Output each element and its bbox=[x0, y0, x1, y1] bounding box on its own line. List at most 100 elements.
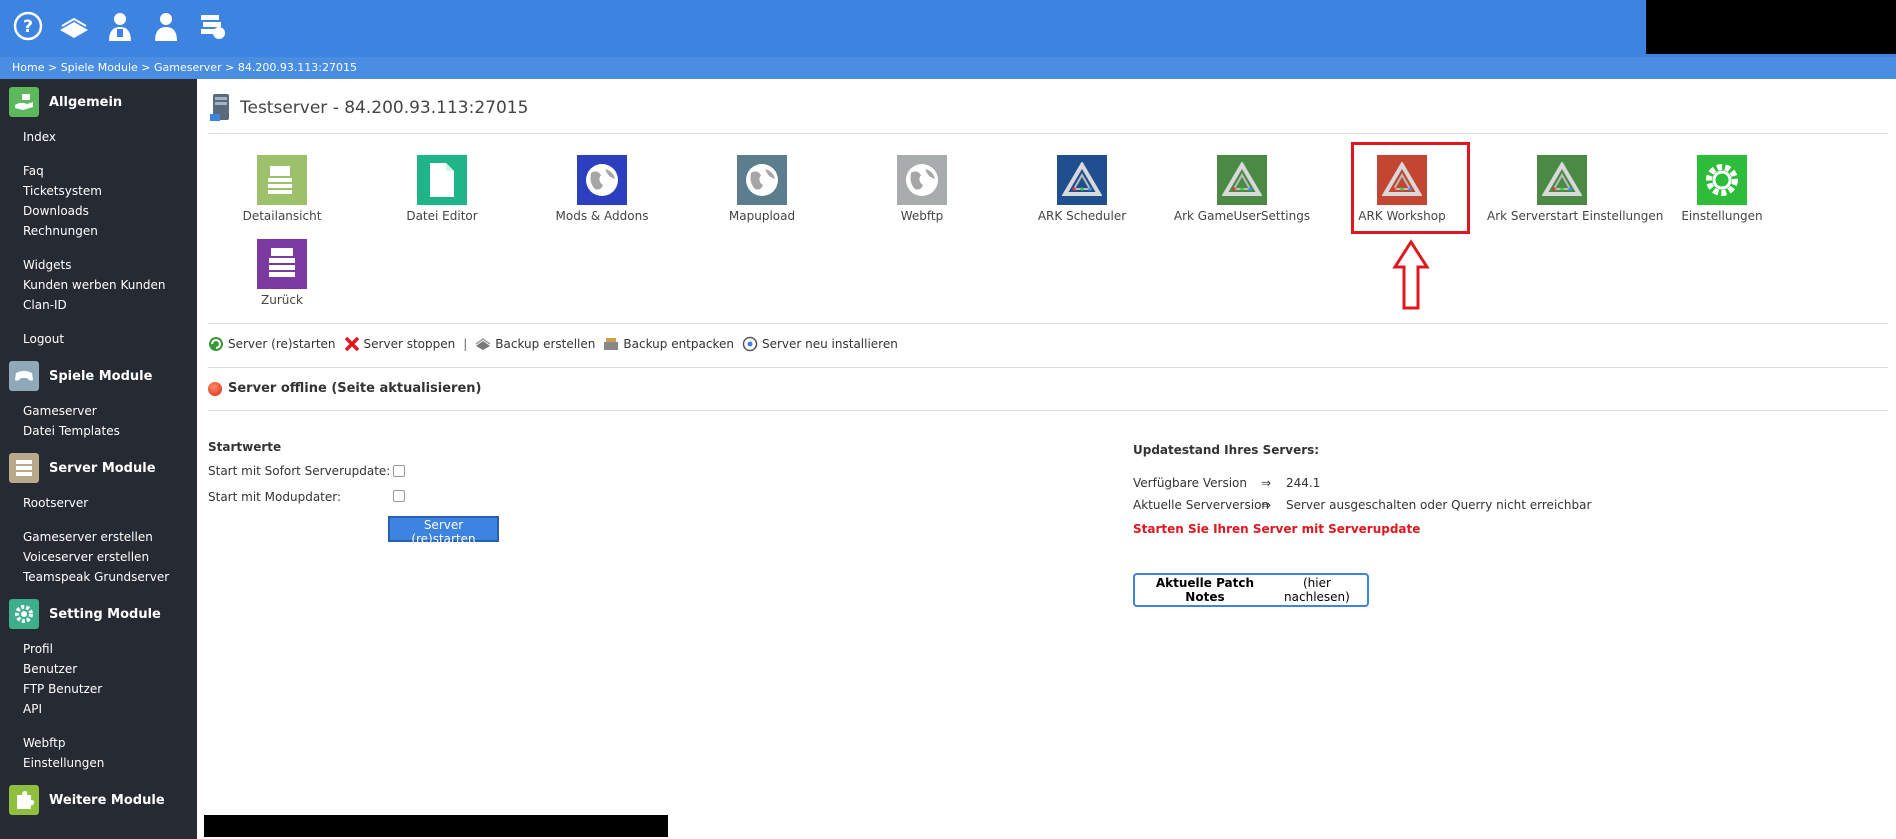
breadcrumb: Home > Spiele Module > Gameserver > 84.2… bbox=[0, 57, 1896, 79]
breadcrumb-item[interactable]: Home bbox=[12, 61, 44, 74]
sidebar-item-voiceserver-erstellen[interactable]: Voiceserver erstellen bbox=[0, 547, 197, 567]
server-actions: Server (re)starten Server stoppen | Backup … bbox=[208, 336, 906, 352]
tile-zur-ck[interactable]: Zurück bbox=[207, 239, 357, 307]
server-restart-button[interactable]: Server (re)starten bbox=[388, 516, 499, 546]
breadcrumb-item[interactable]: Spiele Module bbox=[61, 61, 138, 74]
sidebar-item-kunden-werben-kunden[interactable]: Kunden werben Kunden bbox=[0, 275, 197, 295]
sidebar-item-faq[interactable]: Faq bbox=[0, 161, 197, 181]
user-icon[interactable] bbox=[150, 10, 182, 42]
action-backup-erstellen[interactable]: Backup erstellen bbox=[475, 336, 595, 352]
option-sofort-serverupdate-label: Start mit Sofort Serverupdate: bbox=[208, 464, 391, 478]
tile-label: Webftp bbox=[900, 209, 944, 223]
globe-icon bbox=[577, 155, 627, 205]
action-label: Backup entpacken bbox=[623, 337, 734, 351]
sidebar-section-setting-module[interactable]: Setting Module bbox=[0, 595, 197, 633]
sidebar-item-logout[interactable]: Logout bbox=[0, 329, 197, 349]
sidebar-section-title: Setting Module bbox=[49, 606, 161, 622]
action-separator: | bbox=[463, 337, 468, 351]
sidebar-item-rechnungen[interactable]: Rechnungen bbox=[0, 221, 197, 241]
restart-icon bbox=[208, 336, 224, 352]
available-version-label: Verfügbare Version bbox=[1133, 476, 1248, 490]
patch-notes-link-hint: (hier nachlesen) bbox=[1284, 576, 1350, 604]
sidebar-section-title: Weitere Module bbox=[49, 792, 165, 808]
gear-icon bbox=[1697, 155, 1747, 205]
tile-label: Einstellungen bbox=[1681, 209, 1763, 223]
update-row-available: Verfügbare Version ⇒ 244.1 bbox=[1133, 476, 1320, 490]
action-label: Server (re)starten bbox=[228, 337, 336, 351]
sidebar-item-profil[interactable]: Profil bbox=[0, 639, 197, 659]
tile-label: Datei Editor bbox=[406, 209, 478, 223]
current-version-label: Aktuelle Serverversion bbox=[1133, 498, 1270, 512]
breadcrumb-separator: > bbox=[221, 61, 238, 74]
sidebar-item-benutzer[interactable]: Benutzer bbox=[0, 659, 197, 679]
sidebar-item-gameserver-erstellen[interactable]: Gameserver erstellen bbox=[0, 527, 197, 547]
modupdater-checkbox[interactable] bbox=[393, 490, 405, 502]
sidebar-item-widgets[interactable]: Widgets bbox=[0, 255, 197, 275]
sidebar-section-server-module[interactable]: Server Module bbox=[0, 449, 197, 487]
sidebar-item-ticketsystem[interactable]: Ticketsystem bbox=[0, 181, 197, 201]
sidebar-section-weitere-module[interactable]: Weitere Module bbox=[0, 781, 197, 819]
sofort-serverupdate-checkbox[interactable] bbox=[393, 465, 405, 477]
tile-detailansicht[interactable]: Detailansicht bbox=[207, 155, 357, 223]
sidebar-item-index[interactable]: Index bbox=[0, 127, 197, 147]
tile-label: Zurück bbox=[261, 293, 303, 307]
tile-mods-addons[interactable]: Mods & Addons bbox=[527, 155, 677, 223]
globe-icon bbox=[737, 155, 787, 205]
puzzle-icon bbox=[9, 785, 39, 815]
action-backup-entpacken[interactable]: Backup entpacken bbox=[603, 336, 734, 352]
tile-webftp[interactable]: Webftp bbox=[847, 155, 997, 223]
action-label: Server neu installieren bbox=[761, 337, 898, 351]
gamepad-icon bbox=[9, 361, 39, 391]
tile-mapupload[interactable]: Mapupload bbox=[687, 155, 837, 223]
unpack-icon bbox=[603, 336, 619, 352]
main-content: Testserver - 84.200.93.113:27015 Detaila… bbox=[208, 79, 1888, 839]
tile-einstellungen[interactable]: Einstellungen bbox=[1647, 155, 1797, 223]
sidebar-item-api[interactable]: API bbox=[0, 699, 197, 719]
sidebar-section-title: Server Module bbox=[49, 460, 156, 476]
breadcrumb-item[interactable]: Gameserver bbox=[154, 61, 222, 74]
sidebar-section-allgemein[interactable]: Allgemein bbox=[0, 83, 197, 121]
tile-label: Mapupload bbox=[728, 209, 796, 223]
action-server-re-starten[interactable]: Server (re)starten bbox=[208, 336, 336, 352]
top-icon-bar: ? bbox=[12, 10, 228, 42]
tile-ark-scheduler[interactable]: ARK Scheduler bbox=[1007, 155, 1157, 223]
file-editor-icon bbox=[417, 155, 467, 205]
sidebar-section-spiele-module[interactable]: Spiele Module bbox=[0, 357, 197, 395]
tile-label: ARK Scheduler bbox=[1037, 209, 1127, 223]
patch-notes-button[interactable]: Aktuelle Patch Notes (hier nachlesen) bbox=[1133, 573, 1369, 607]
tile-label: Mods & Addons bbox=[555, 209, 649, 223]
sidebar-item-downloads[interactable]: Downloads bbox=[0, 201, 197, 221]
breadcrumb-item[interactable]: 84.200.93.113:27015 bbox=[238, 61, 357, 74]
tile-label: Ark GameUserSettings bbox=[1173, 209, 1311, 223]
current-version-value: Server ausgeschalten oder Querry nicht e… bbox=[1286, 498, 1592, 512]
tile-ark-gameusersettings[interactable]: Ark GameUserSettings bbox=[1167, 155, 1317, 223]
top-bar: ? bbox=[0, 0, 1896, 57]
tile-ark-serverstart-einstellungen[interactable]: Ark Serverstart Einstellungen bbox=[1487, 155, 1663, 223]
sidebar-item-datei-templates[interactable]: Datei Templates bbox=[0, 421, 197, 441]
tile-datei-editor[interactable]: Datei Editor bbox=[367, 155, 517, 223]
sidebar-item-teamspeak-grundserver[interactable]: Teamspeak Grundserver bbox=[0, 567, 197, 587]
sidebar-item-webftp[interactable]: Webftp bbox=[0, 733, 197, 753]
book-icon[interactable] bbox=[58, 10, 90, 42]
sidebar-item-ftp-benutzer[interactable]: FTP Benutzer bbox=[0, 679, 197, 699]
sidebar-item-gameserver[interactable]: Gameserver bbox=[0, 401, 197, 421]
highlight-box bbox=[1351, 142, 1470, 234]
sidebar-item-einstellungen[interactable]: Einstellungen bbox=[0, 753, 197, 773]
support-agent-icon[interactable] bbox=[104, 10, 136, 42]
server-status[interactable]: Server offline (Seite aktualisieren) bbox=[208, 381, 481, 396]
status-text: Server offline (Seite aktualisieren) bbox=[228, 381, 482, 396]
action-server-neu-installieren[interactable]: Server neu installieren bbox=[742, 336, 898, 352]
action-server-stoppen[interactable]: Server stoppen bbox=[344, 336, 456, 352]
divider bbox=[208, 367, 1888, 368]
sidebar-item-rootserver[interactable]: Rootserver bbox=[0, 493, 197, 513]
arrow-icon: ⇒ bbox=[1261, 498, 1272, 512]
sidebar-item-clan-id[interactable]: Clan-ID bbox=[0, 295, 197, 315]
page-title: Testserver - 84.200.93.113:27015 bbox=[240, 98, 529, 118]
action-label: Server stoppen bbox=[363, 337, 456, 351]
help-icon[interactable]: ? bbox=[12, 10, 44, 42]
money-icon[interactable] bbox=[196, 10, 228, 42]
arrow-icon: ⇒ bbox=[1261, 476, 1272, 490]
server-stack-icon bbox=[9, 453, 39, 483]
